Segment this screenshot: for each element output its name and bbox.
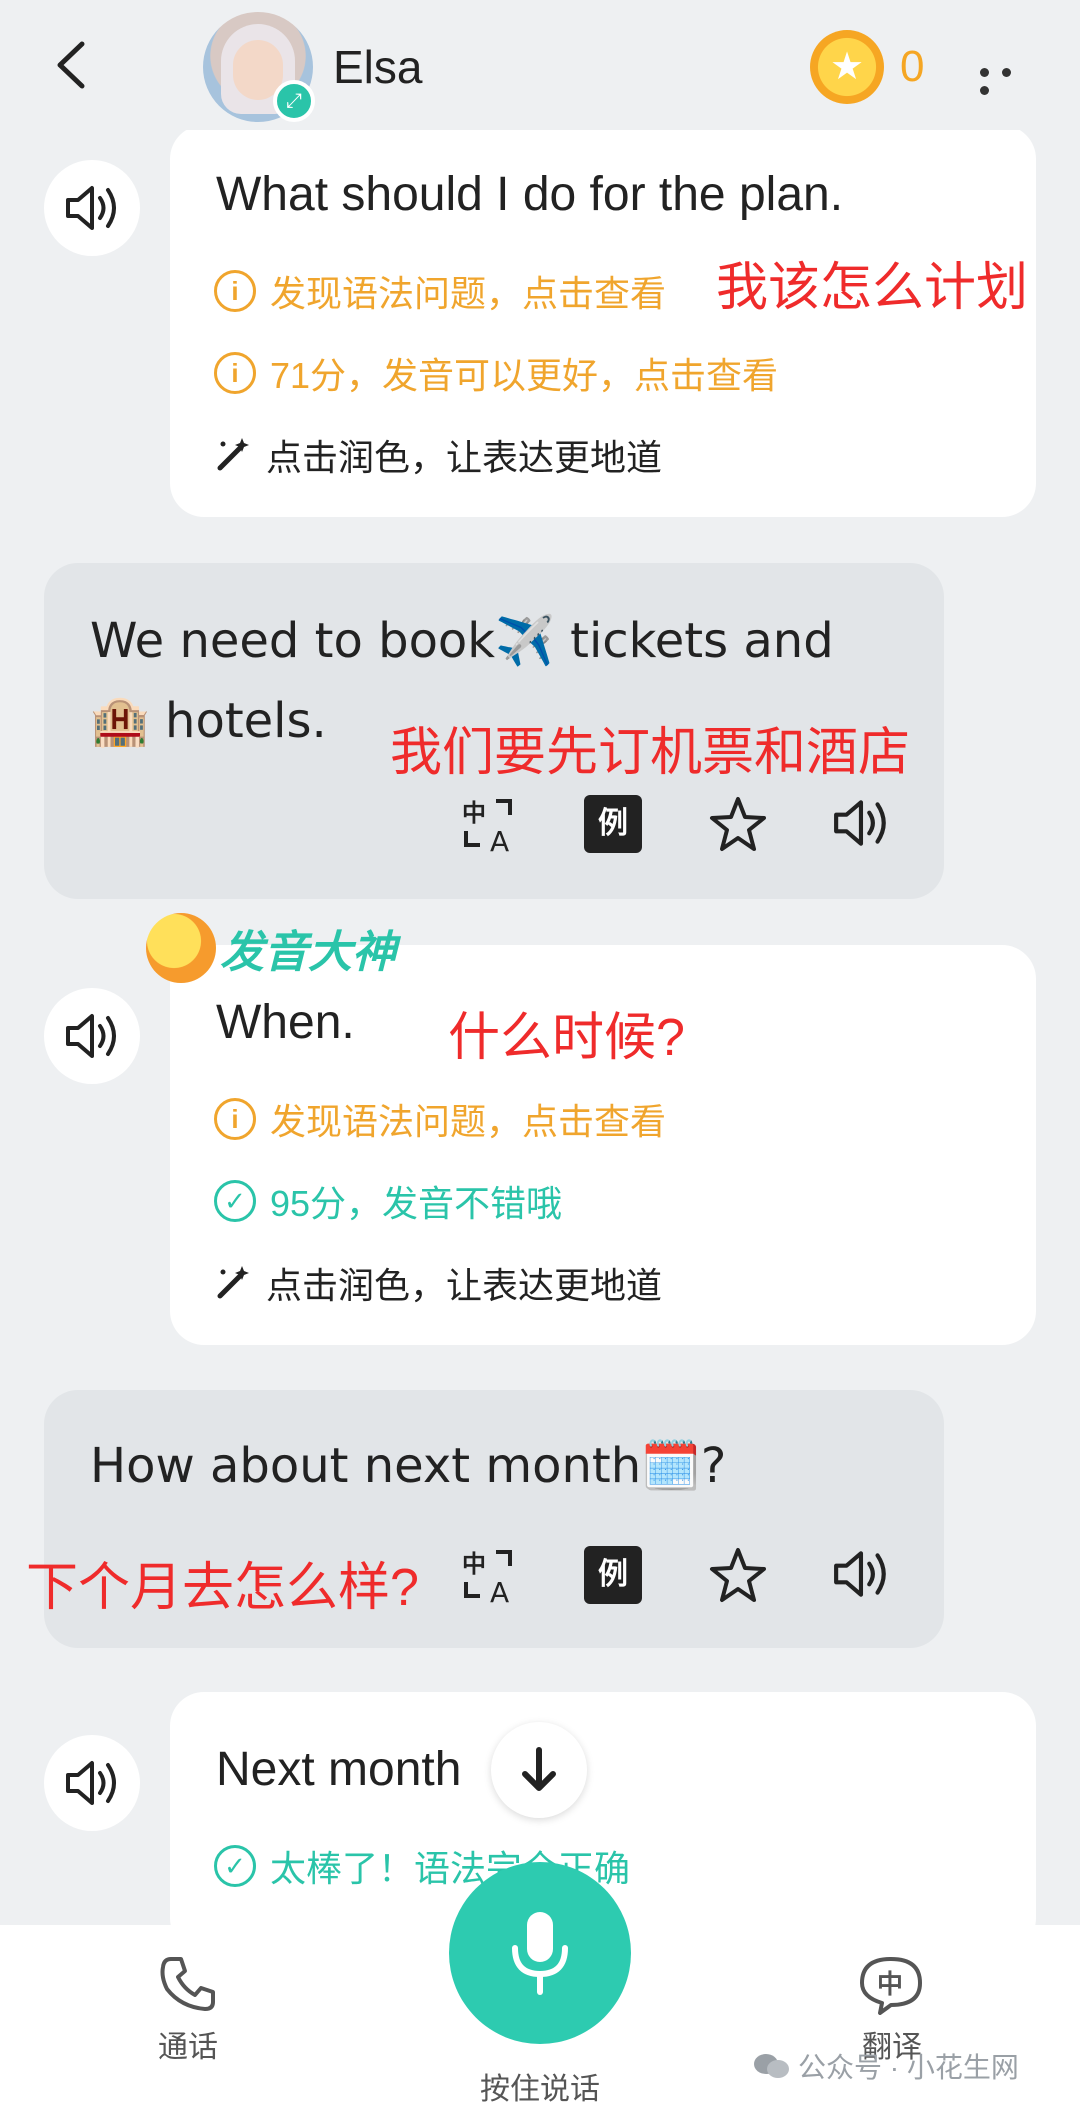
- translate-icon: 中 A: [462, 1550, 512, 1609]
- ai-line-2: 🏨 hotels.: [90, 693, 327, 749]
- back-button[interactable]: [52, 40, 92, 90]
- message-toolbar: 中 A 例: [460, 795, 892, 858]
- svg-text:中: 中: [462, 799, 486, 827]
- pronunciation-score[interactable]: ✓ 95分，发音不错哦: [214, 1175, 562, 1227]
- star-icon: [710, 797, 766, 851]
- magic-wand-icon: [217, 438, 249, 471]
- speaker-icon: [66, 1014, 116, 1058]
- phone-icon: [160, 1957, 215, 2011]
- star-icon: [710, 1548, 766, 1602]
- chevron-left-icon: [57, 41, 85, 89]
- play-audio-button[interactable]: [44, 1735, 140, 1831]
- user-message-bubble: What should I do for the plan. i 发现语法问题，…: [170, 125, 1036, 517]
- chat-translate-icon: 中: [860, 1957, 922, 2015]
- example-button[interactable]: 例: [584, 795, 644, 855]
- annotation-text: 什么时候?: [448, 1009, 685, 1067]
- hold-to-talk-button[interactable]: [449, 1862, 631, 2044]
- hold-to-talk-label: 按住说话: [480, 2073, 600, 2106]
- pronunciation-score[interactable]: i 71分，发音可以更好，点击查看: [214, 347, 778, 399]
- call-button[interactable]: [148, 1953, 228, 2020]
- speaker-icon: [66, 1761, 116, 1805]
- ai-line-1: How about next month🗓️?: [90, 1438, 727, 1494]
- message-toolbar: 中 A 例: [460, 1546, 892, 1609]
- svg-text:中: 中: [462, 1550, 486, 1578]
- translate-toggle-button[interactable]: 中: [858, 1955, 924, 2015]
- pronunciation-badge: 发音大神: [146, 908, 396, 988]
- speaker-icon: [834, 1551, 886, 1597]
- svg-text:中: 中: [877, 1970, 903, 2000]
- coin-icon[interactable]: ★: [810, 30, 884, 104]
- chat-header: ⤢ Elsa ★ 0: [0, 0, 1080, 130]
- svg-text:A: A: [490, 825, 509, 855]
- info-icon: i: [214, 270, 256, 312]
- translate-button[interactable]: 中 A: [460, 795, 520, 858]
- call-label: 通话: [158, 2031, 218, 2064]
- microphone-icon: [512, 1912, 568, 1995]
- check-circle-icon: ✓: [214, 1180, 256, 1222]
- favorite-button[interactable]: [708, 1546, 768, 1606]
- play-audio-button[interactable]: [832, 795, 892, 855]
- scroll-to-bottom-button[interactable]: [491, 1722, 587, 1818]
- translate-icon: 中 A: [462, 799, 512, 858]
- wechat-icon: [754, 2054, 789, 2078]
- svg-text:A: A: [490, 1576, 509, 1606]
- info-icon: i: [214, 1098, 256, 1140]
- more-menu-button[interactable]: [980, 64, 1034, 95]
- grammar-hint[interactable]: i 发现语法问题，点击查看: [214, 1093, 666, 1145]
- user-sentence: Next month: [216, 1743, 462, 1796]
- user-sentence: When.: [216, 996, 355, 1049]
- watermark: 公众号 · 小花生网: [752, 2046, 1019, 2086]
- grammar-hint[interactable]: i 发现语法问题，点击查看: [214, 265, 666, 317]
- annotation-text: 下个月去怎么样?: [26, 1559, 419, 1617]
- coin-count: 0: [900, 42, 925, 91]
- user-sentence: What should I do for the plan.: [216, 168, 844, 221]
- annotation-text: 我们要先订机票和酒店: [390, 724, 911, 782]
- polish-link[interactable]: 点击润色，让表达更地道: [214, 1257, 662, 1309]
- contact-name: Elsa: [333, 41, 423, 93]
- check-circle-icon: ✓: [214, 1845, 256, 1887]
- play-audio-button[interactable]: [44, 160, 140, 256]
- example-icon: 例: [584, 795, 642, 853]
- ai-line-1: We need to book✈️ tickets and: [90, 613, 834, 669]
- example-button[interactable]: 例: [584, 1546, 644, 1606]
- info-icon: i: [214, 352, 256, 394]
- favorite-button[interactable]: [708, 795, 768, 855]
- play-audio-button[interactable]: [832, 1546, 892, 1606]
- annotation-text: 我该怎么计划: [716, 259, 1029, 317]
- translate-button[interactable]: 中 A: [460, 1546, 520, 1609]
- play-audio-button[interactable]: [44, 988, 140, 1084]
- speaker-icon: [834, 800, 886, 846]
- speaker-icon: [66, 186, 116, 230]
- arrow-down-icon: [522, 1747, 556, 1791]
- example-icon: 例: [584, 1546, 642, 1604]
- microphone-medal-icon: [146, 913, 216, 983]
- magic-wand-icon: [217, 1266, 249, 1299]
- expand-icon[interactable]: ⤢: [273, 80, 315, 122]
- polish-link[interactable]: 点击润色，让表达更地道: [214, 429, 662, 481]
